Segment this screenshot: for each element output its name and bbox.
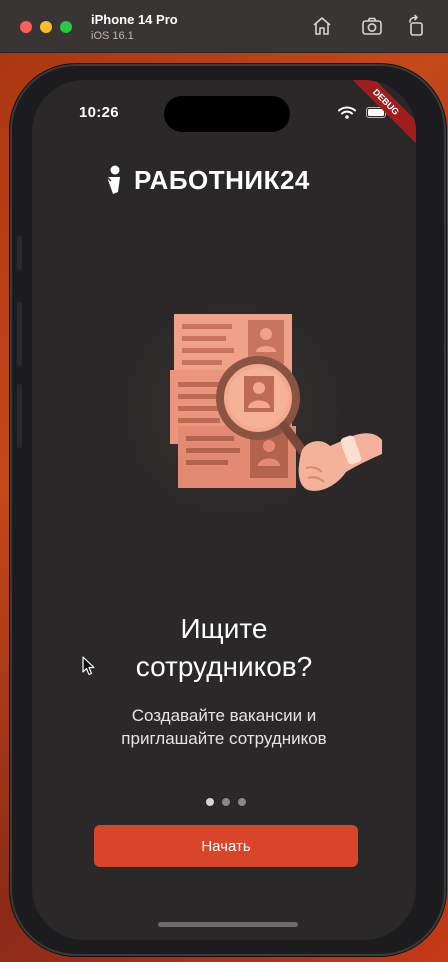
page-dot-2[interactable]	[222, 798, 230, 806]
logo-text: РАБОТНИК24	[134, 164, 310, 195]
page-dot-1[interactable]	[206, 798, 214, 806]
headline-line-1: Ищите	[180, 613, 268, 644]
rotate-icon[interactable]	[404, 14, 428, 38]
subtitle-line-1: Создавайте вакансии и	[131, 706, 317, 725]
status-time: 10:26	[79, 104, 119, 121]
app-screen: 10:26 DEBUG РАБОТНИК24 Ищите сотрудников…	[32, 80, 416, 940]
resume-search-illustration	[117, 295, 382, 525]
volume-up-button	[17, 302, 22, 366]
subtitle-line-2: приглашайте сотрудников	[121, 729, 327, 748]
volume-down-button	[17, 384, 22, 448]
wifi-icon	[338, 106, 356, 119]
dynamic-island	[164, 96, 290, 132]
action-button	[17, 236, 22, 270]
mouse-cursor-icon	[82, 656, 95, 676]
page-dot-3[interactable]	[238, 798, 246, 806]
minimize-window-button[interactable]	[40, 21, 52, 33]
close-window-button[interactable]	[20, 21, 32, 33]
device-name: iPhone 14 Pro	[91, 12, 178, 27]
home-icon[interactable]	[310, 14, 334, 38]
screenshot-icon[interactable]	[360, 14, 384, 38]
worker-logo-icon	[106, 165, 120, 194]
onboarding-subtitle: Создавайте вакансии и приглашайте сотруд…	[32, 704, 416, 750]
page-indicator[interactable]	[206, 798, 246, 806]
zoom-window-button[interactable]	[60, 21, 72, 33]
start-button[interactable]: Начать	[94, 825, 358, 867]
app-logo: РАБОТНИК24	[102, 164, 310, 196]
simulator-titlebar: iPhone 14 Pro iOS 16.1	[0, 0, 448, 53]
device-os-version: iOS 16.1	[91, 30, 134, 42]
home-indicator	[158, 922, 298, 927]
